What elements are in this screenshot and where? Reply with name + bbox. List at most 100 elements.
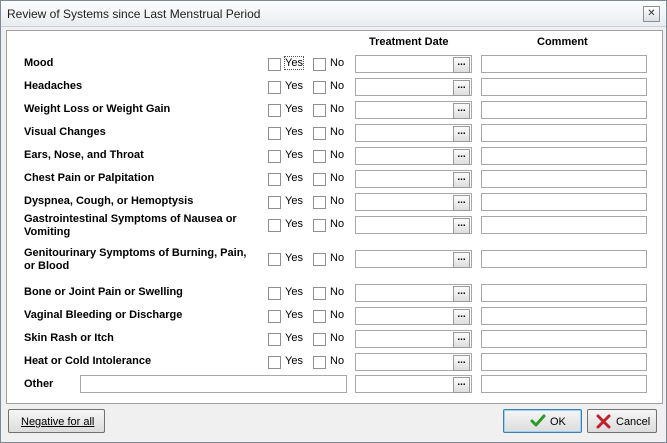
treatment-date-field[interactable]: ... xyxy=(355,216,472,234)
no-label[interactable]: No xyxy=(330,355,344,367)
comment-field[interactable] xyxy=(481,307,647,325)
no-checkbox[interactable] xyxy=(313,287,326,300)
yes-label[interactable]: Yes xyxy=(285,80,303,92)
no-checkbox[interactable] xyxy=(313,104,326,117)
cancel-button[interactable]: Cancel xyxy=(587,409,657,433)
comment-field[interactable] xyxy=(481,353,647,371)
treatment-date-field[interactable]: ... xyxy=(355,124,472,142)
yes-checkbox[interactable] xyxy=(268,333,281,346)
other-date-picker-button[interactable]: ... xyxy=(453,377,470,393)
treatment-date-field[interactable]: ... xyxy=(355,147,472,165)
no-label[interactable]: No xyxy=(330,172,344,184)
treatment-date-field[interactable]: ... xyxy=(355,330,472,348)
no-label[interactable]: No xyxy=(330,149,344,161)
no-label[interactable]: No xyxy=(330,332,344,344)
yes-checkbox[interactable] xyxy=(268,150,281,163)
date-picker-button[interactable]: ... xyxy=(453,355,470,371)
no-label[interactable]: No xyxy=(330,218,344,230)
treatment-date-field[interactable]: ... xyxy=(355,55,472,73)
comment-field[interactable] xyxy=(481,330,647,348)
yes-checkbox[interactable] xyxy=(268,287,281,300)
no-checkbox[interactable] xyxy=(313,253,326,266)
date-picker-button[interactable]: ... xyxy=(453,286,470,302)
yes-label[interactable]: Yes xyxy=(285,195,303,207)
no-checkbox[interactable] xyxy=(313,58,326,71)
no-checkbox[interactable] xyxy=(313,150,326,163)
date-picker-button[interactable]: ... xyxy=(453,252,470,268)
treatment-date-field[interactable]: ... xyxy=(355,284,472,302)
yes-label[interactable]: Yes xyxy=(285,149,303,161)
no-checkbox[interactable] xyxy=(313,81,326,94)
yes-label[interactable]: Yes xyxy=(285,126,303,138)
date-picker-button[interactable]: ... xyxy=(453,149,470,165)
other-input[interactable] xyxy=(80,375,347,393)
date-picker-button[interactable]: ... xyxy=(453,309,470,325)
yes-checkbox[interactable] xyxy=(268,173,281,186)
comment-field[interactable] xyxy=(481,216,647,234)
treatment-date-field[interactable]: ... xyxy=(355,307,472,325)
close-button[interactable]: ✕ xyxy=(643,6,660,22)
negative-for-all-button[interactable]: Negative for all xyxy=(8,409,105,433)
yes-checkbox[interactable] xyxy=(268,58,281,71)
treatment-date-field[interactable]: ... xyxy=(355,250,472,268)
treatment-date-field[interactable]: ... xyxy=(355,353,472,371)
treatment-date-field[interactable]: ... xyxy=(355,101,472,119)
no-checkbox[interactable] xyxy=(313,219,326,232)
yes-label[interactable]: Yes xyxy=(285,286,303,298)
no-checkbox[interactable] xyxy=(313,356,326,369)
no-label[interactable]: No xyxy=(330,252,344,264)
no-checkbox[interactable] xyxy=(313,196,326,209)
yes-checkbox[interactable] xyxy=(268,127,281,140)
symptom-label: Chest Pain or Palpitation xyxy=(24,172,155,184)
no-checkbox[interactable] xyxy=(313,127,326,140)
yes-checkbox[interactable] xyxy=(268,196,281,209)
no-label[interactable]: No xyxy=(330,103,344,115)
yes-checkbox[interactable] xyxy=(268,356,281,369)
yes-label[interactable]: Yes xyxy=(285,172,303,184)
yes-label[interactable]: Yes xyxy=(285,103,303,115)
comment-field[interactable] xyxy=(481,124,647,142)
comment-field[interactable] xyxy=(481,101,647,119)
date-picker-button[interactable]: ... xyxy=(453,172,470,188)
date-picker-button[interactable]: ... xyxy=(453,332,470,348)
date-picker-button[interactable]: ... xyxy=(453,126,470,142)
date-picker-button[interactable]: ... xyxy=(453,57,470,73)
comment-field[interactable] xyxy=(481,284,647,302)
no-label[interactable]: No xyxy=(330,286,344,298)
ok-button[interactable]: OK xyxy=(503,409,582,433)
yes-checkbox[interactable] xyxy=(268,104,281,117)
yes-checkbox[interactable] xyxy=(268,253,281,266)
other-treatment-date-field[interactable]: ... xyxy=(355,375,472,393)
no-label[interactable]: No xyxy=(330,126,344,138)
yes-label[interactable]: Yes xyxy=(285,218,303,230)
date-picker-button[interactable]: ... xyxy=(453,103,470,119)
treatment-date-field[interactable]: ... xyxy=(355,193,472,211)
comment-field[interactable] xyxy=(481,170,647,188)
date-picker-button[interactable]: ... xyxy=(453,218,470,234)
comment-field[interactable] xyxy=(481,78,647,96)
yes-label[interactable]: Yes xyxy=(285,252,303,264)
yes-label[interactable]: Yes xyxy=(284,56,304,70)
no-checkbox[interactable] xyxy=(313,333,326,346)
other-comment-field[interactable] xyxy=(481,375,647,393)
treatment-date-field[interactable]: ... xyxy=(355,170,472,188)
yes-label[interactable]: Yes xyxy=(285,332,303,344)
date-picker-button[interactable]: ... xyxy=(453,80,470,96)
no-label[interactable]: No xyxy=(330,309,344,321)
comment-field[interactable] xyxy=(481,193,647,211)
no-label[interactable]: No xyxy=(330,80,344,92)
comment-field[interactable] xyxy=(481,250,647,268)
comment-field[interactable] xyxy=(481,55,647,73)
no-checkbox[interactable] xyxy=(313,310,326,323)
yes-label[interactable]: Yes xyxy=(285,355,303,367)
no-label[interactable]: No xyxy=(330,57,344,69)
yes-checkbox[interactable] xyxy=(268,310,281,323)
no-checkbox[interactable] xyxy=(313,173,326,186)
no-label[interactable]: No xyxy=(330,195,344,207)
comment-field[interactable] xyxy=(481,147,647,165)
treatment-date-field[interactable]: ... xyxy=(355,78,472,96)
date-picker-button[interactable]: ... xyxy=(453,195,470,211)
yes-checkbox[interactable] xyxy=(268,81,281,94)
yes-label[interactable]: Yes xyxy=(285,309,303,321)
yes-checkbox[interactable] xyxy=(268,219,281,232)
